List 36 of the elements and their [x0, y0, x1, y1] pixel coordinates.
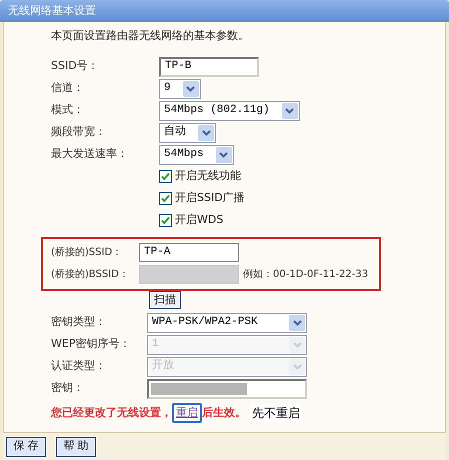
- field-label: (桥接的)BSSID：: [51, 268, 130, 282]
- bssid-field[interactable]: [139, 265, 239, 284]
- field-label: 信道：: [51, 80, 85, 96]
- dropdown-select[interactable]: WPA-PSK/WPA2-PSK: [147, 312, 307, 332]
- title-bar: 无线网络基本设置: [0, 0, 449, 22]
- checkbox[interactable]: [159, 192, 172, 205]
- footer-button[interactable]: 帮 助: [56, 436, 96, 456]
- checkbox[interactable]: [159, 170, 172, 183]
- notice-text: 后生效。: [202, 404, 246, 420]
- example-hint: 例如：00-1D-0F-11-22-33: [243, 268, 368, 282]
- field-label: 密钥类型：: [51, 314, 107, 330]
- checkbox-label: 开启SSID广播: [175, 190, 245, 206]
- dropdown-select[interactable]: 54Mbps (802.11g): [159, 100, 300, 120]
- notice-text: 您已经更改了无线设置，: [51, 404, 172, 420]
- field-label: 最大发送速率：: [51, 146, 129, 162]
- field-label: 认证类型：: [51, 358, 107, 374]
- dropdown-select[interactable]: 54Mbps: [159, 144, 234, 164]
- intro-text: 本页面设置路由器无线网络的基本参数。: [51, 28, 250, 44]
- field-label: WEP密钥序号：: [51, 336, 132, 352]
- field-label: 频段带宽：: [51, 124, 107, 140]
- checkbox[interactable]: [159, 214, 172, 227]
- checkbox-label: 开启WDS: [175, 212, 224, 228]
- dropdown-select[interactable]: 9: [159, 78, 201, 98]
- field-label: 密钥：: [51, 380, 85, 396]
- annotation-text: 先不重启: [250, 404, 302, 422]
- field-label: SSID号：: [51, 58, 100, 74]
- scan-button[interactable]: 扫描: [149, 290, 181, 308]
- checkbox-label: 开启无线功能: [175, 168, 241, 184]
- field-label: 模式：: [51, 102, 85, 118]
- text-field[interactable]: TP-B: [159, 56, 259, 76]
- restart-link[interactable]: 重启: [172, 402, 202, 423]
- footer-button[interactable]: 保 存: [6, 436, 46, 456]
- dropdown-select[interactable]: 自动: [159, 122, 216, 142]
- field-label: (桥接的)SSID：: [51, 246, 124, 260]
- password-field[interactable]: [147, 378, 307, 398]
- text-field[interactable]: TP-A: [139, 243, 239, 262]
